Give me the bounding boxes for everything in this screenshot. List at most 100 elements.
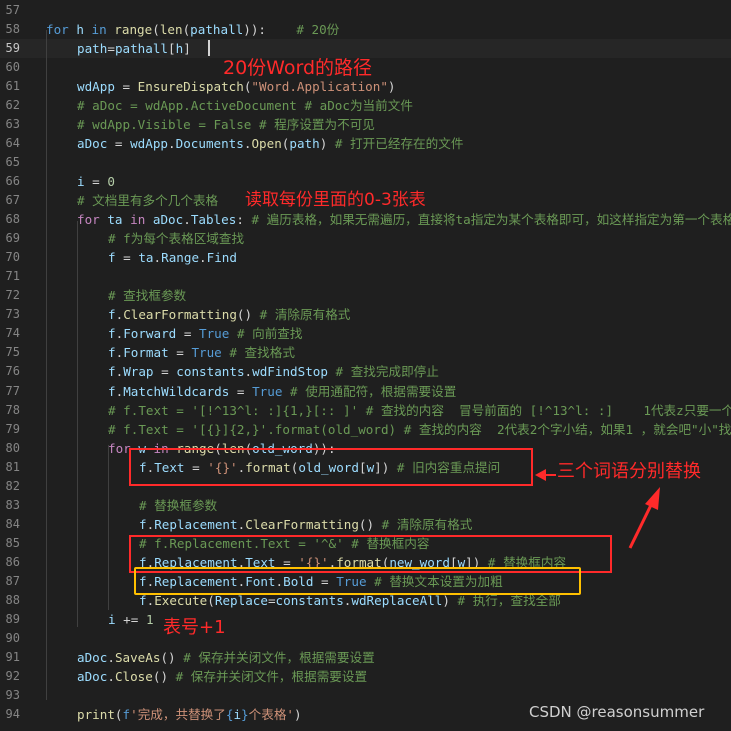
code-line-68[interactable]: 68 for ta in aDoc.Tables: # 遍历表格，如果无需遍历，直… <box>0 210 731 229</box>
code-text: # 替换框参数 <box>139 496 217 515</box>
token-var: Range <box>161 250 200 266</box>
token-cm: # 20份 <box>296 21 340 37</box>
token-op: . <box>183 212 191 228</box>
code-line-74[interactable]: 74 f.Forward = True # 向前查找 <box>0 324 731 343</box>
token-fn: len <box>159 21 183 37</box>
code-line-77[interactable]: 77 f.MatchWildcards = True # 使用通配符，根据需要设置 <box>0 382 731 401</box>
code-line-90[interactable]: 90 <box>0 629 731 648</box>
token-cm: # 查找框参数 <box>108 288 187 304</box>
token-var: wdApp <box>130 135 169 151</box>
code-line-76[interactable]: 76 f.Wrap = constants.wdFindStop # 查找完成即停… <box>0 362 731 381</box>
code-text: i = 0 <box>77 172 115 191</box>
token-op: () <box>358 516 382 532</box>
token-op: ( <box>152 21 160 37</box>
line-number: 67 <box>5 193 20 207</box>
token-cm: # 保存并关闭文件，根据需要设置 <box>183 650 375 666</box>
token-kwc: in <box>130 212 146 228</box>
token-var: i <box>77 173 85 189</box>
token-num: 0 <box>107 173 115 189</box>
code-line-78[interactable]: 78 # f.Text = '[!^13^l: :]{1,}[:: ]' # 查找… <box>0 401 731 420</box>
line-number: 64 <box>5 135 20 150</box>
token-var: MatchWildcards <box>123 383 230 399</box>
code-line-70[interactable]: 70 f = ta.Range.Find <box>0 248 731 267</box>
token-fn: range <box>114 21 153 37</box>
code-line-63[interactable]: 63 # wdApp.Visible = False # 程序设置为不可见 <box>0 115 731 134</box>
code-text: path=pathall[h] <box>77 39 191 58</box>
token-var: h <box>76 21 84 37</box>
code-line-89[interactable]: 89 i += 1 <box>0 610 731 629</box>
line-number: 91 <box>5 650 20 665</box>
line-number: 88 <box>5 593 20 608</box>
token-var: f <box>108 364 116 380</box>
token-var: pathall <box>114 40 169 56</box>
code-line-64[interactable]: 64 aDoc = wdApp.Documents.Open(path) # 打开… <box>0 134 731 153</box>
code-line-91[interactable]: 91 aDoc.SaveAs() # 保存并关闭文件，根据需要设置 <box>0 648 731 667</box>
token-op: = <box>115 250 139 266</box>
line-number: 87 <box>5 574 20 588</box>
token-cm: # 执行，查找全部 <box>457 593 561 609</box>
token-fn: print <box>77 707 115 723</box>
token-fn: SaveAs <box>114 650 161 666</box>
token-op: ) <box>442 593 458 609</box>
line-number: 84 <box>5 516 20 531</box>
code-line-71[interactable]: 71 <box>0 267 731 286</box>
code-text: f.Format = True # 查找格式 <box>108 343 295 362</box>
line-number: 65 <box>5 154 20 169</box>
token-var: constants <box>275 593 344 609</box>
token-op: = <box>107 40 115 56</box>
code-line-83[interactable]: 83 # 替换框参数 <box>0 496 731 515</box>
token-kw: } <box>241 707 249 723</box>
token-op: = <box>107 135 131 151</box>
token-op: ) <box>387 78 396 94</box>
token-var: wdReplaceAll <box>351 593 443 609</box>
code-line-73[interactable]: 73 f.ClearFormatting() # 清除原有格式 <box>0 305 731 324</box>
code-text: # wdApp.Visible = False # 程序设置为不可见 <box>77 115 375 134</box>
token-op: . <box>168 135 176 151</box>
token-var: f <box>108 326 116 342</box>
code-line-65[interactable]: 65 <box>0 153 731 172</box>
token-op: () <box>236 307 260 323</box>
code-text: f.MatchWildcards = True # 使用通配符，根据需要设置 <box>108 382 456 401</box>
line-number: 58 <box>5 21 20 36</box>
code-line-72[interactable]: 72 # 查找框参数 <box>0 286 731 305</box>
line-number: 74 <box>5 326 20 341</box>
line-number: 66 <box>5 173 20 188</box>
token-kw: for <box>46 21 69 37</box>
token-var: pathall <box>190 21 244 37</box>
code-line-79[interactable]: 79 # f.Text = '[{}]{2,}'.format(old_word)… <box>0 420 731 439</box>
token-op: . <box>153 250 162 266</box>
code-text: for ta in aDoc.Tables: # 遍历表格，如果无需遍历，直接将… <box>77 210 731 229</box>
token-op: . <box>199 250 207 266</box>
token-var: wdApp <box>77 78 115 94</box>
token-op: . <box>107 669 115 685</box>
code-line-69[interactable]: 69 # f为每个表格区域查找 <box>0 229 731 248</box>
line-number: 77 <box>5 383 20 398</box>
token-kw: in <box>91 21 107 37</box>
token-op: ] <box>183 40 191 56</box>
token-var: aDoc <box>77 135 108 151</box>
token-var: aDoc <box>152 212 184 228</box>
code-editor[interactable]: 57 58 for h in range(len(pathall)): # 20份 5… <box>0 0 731 731</box>
code-line-75[interactable]: 75 f.Format = True # 查找格式 <box>0 343 731 362</box>
token-var: wdFindStop <box>252 364 328 380</box>
token-op: = <box>176 326 200 342</box>
code-line-92[interactable]: 92 aDoc.Close() # 保存并关闭文件，根据需要设置 <box>0 667 731 686</box>
line-number: 86 <box>5 554 20 569</box>
token-var: ta <box>107 212 123 228</box>
line-number: 71 <box>5 269 20 284</box>
indent-guide <box>108 445 109 610</box>
token-cm: # 查找格式 <box>229 345 295 361</box>
code-line-57[interactable]: 57 <box>0 1 731 20</box>
code-line-84[interactable]: 84 f.Replacement.ClearFormatting() # 清除原有… <box>0 515 731 534</box>
token-cm: # 清除原有格式 <box>381 516 473 532</box>
token-cm: # f为每个表格区域查找 <box>108 231 245 247</box>
token-kw: f <box>122 707 131 723</box>
token-op: )) <box>243 21 259 37</box>
code-text: # f.Text = '[!^13^l: :]{1,}[:: ]' # 查找的内… <box>108 401 731 420</box>
code-line-62[interactable]: 62 # aDoc = wdApp.ActiveDocument # aDoc为当… <box>0 96 731 115</box>
indent-guide <box>46 30 47 700</box>
token-cm: # f.Text = '[{}]{2,}'.format(old_word) #… <box>108 421 731 437</box>
code-line-58[interactable]: 58 for h in range(len(pathall)): # 20份 <box>0 20 731 39</box>
token-str: '完成，共替换了 <box>130 707 226 723</box>
token-var: Tables <box>190 212 237 228</box>
